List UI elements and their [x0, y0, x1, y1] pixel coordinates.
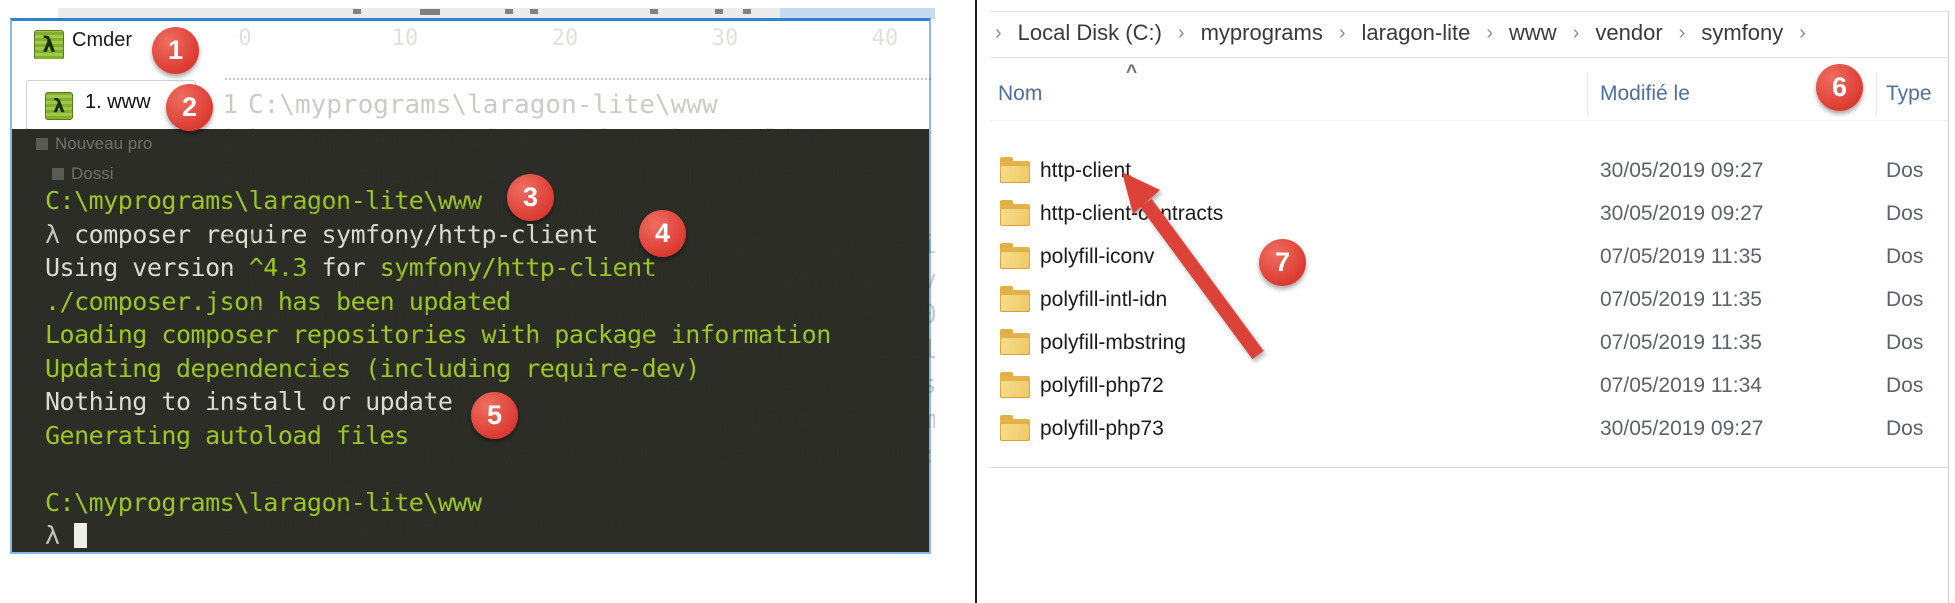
breadcrumb-chevron-icon[interactable]: › — [1178, 22, 1185, 45]
terminal-line: Updating dependencies (including require… — [45, 352, 929, 386]
cmder-titlebar[interactable]: λ Cmder — [12, 21, 929, 59]
file-modified-date: 30/05/2019 09:27 — [1600, 159, 1764, 183]
column-separator[interactable] — [1587, 72, 1588, 116]
sort-ascending-icon[interactable]: ^ — [1126, 62, 1137, 84]
terminal-line — [45, 452, 929, 486]
breadcrumb-item[interactable]: Local Disk (C:) — [1018, 20, 1162, 46]
header-bottom-border — [990, 120, 1948, 121]
annotation-badge-6: 6 — [1816, 64, 1863, 111]
terminal-line: Using version ^4.3 for symfony/http-clie… — [45, 251, 929, 285]
ghost-scroll-segment — [780, 8, 935, 18]
panel-right-border — [1948, 11, 1949, 603]
breadcrumb-chevron-icon[interactable]: › — [1679, 22, 1686, 45]
file-type: Dos — [1886, 374, 1948, 398]
terminal-cursor — [74, 523, 87, 548]
cmder-lambda-icon: λ — [34, 30, 64, 60]
file-type: Dos — [1886, 288, 1948, 312]
annotation-badge-3: 3 — [507, 174, 554, 221]
file-modified-date: 07/05/2019 11:35 — [1600, 245, 1762, 269]
window-title: Cmder — [72, 29, 132, 52]
folder-icon — [1000, 419, 1030, 441]
folder-icon — [1000, 204, 1030, 226]
explorer-top-border — [990, 11, 1948, 12]
column-separator[interactable] — [1876, 72, 1877, 116]
terminal-line: Loading composer repositories with packa… — [45, 318, 929, 352]
folder-icon — [1000, 290, 1030, 312]
file-modified-date: 30/05/2019 09:27 — [1600, 202, 1764, 226]
file-type: Dos — [1886, 245, 1948, 269]
tab-label: 1. www — [85, 91, 151, 114]
breadcrumb-chevron-icon[interactable]: › — [1799, 22, 1806, 45]
annotation-badge-5: 5 — [471, 392, 518, 439]
file-modified-date: 07/05/2019 11:34 — [1600, 374, 1762, 398]
folder-icon — [1000, 247, 1030, 269]
breadcrumb-bottom-border — [990, 57, 1948, 58]
cmder-window: λ Cmder λ 1. www C:\myprograms\laragon-l… — [10, 18, 931, 554]
terminal-console[interactable]: C:\myprograms\laragon-lite\wwwλ composer… — [12, 129, 929, 552]
terminal-line: ./composer.json has been updated — [45, 285, 929, 319]
list-bottom-border — [990, 467, 1948, 468]
breadcrumb-chevron-icon[interactable]: › — [1573, 22, 1580, 45]
terminal-line: λ — [45, 519, 929, 552]
breadcrumb-item[interactable]: www — [1509, 20, 1557, 46]
folder-icon — [1000, 333, 1030, 355]
composite-divider — [975, 0, 977, 603]
cmder-tab-bar: λ 1. www — [12, 59, 929, 129]
file-type: Dos — [1886, 159, 1948, 183]
file-modified-date: 07/05/2019 11:35 — [1600, 331, 1762, 355]
screenshot-root: λ Cmder λ 1. www C:\myprograms\laragon-l… — [0, 0, 1955, 603]
ghost-tick-row — [225, 78, 931, 80]
annotation-badge-2: 2 — [166, 84, 213, 131]
tab-lambda-icon: λ — [45, 92, 73, 120]
breadcrumb-chevron-icon[interactable]: › — [995, 22, 1002, 45]
terminal-line: C:\myprograms\laragon-lite\www — [45, 486, 929, 520]
file-type: Dos — [1886, 417, 1948, 441]
annotation-badge-7: 7 — [1259, 239, 1306, 286]
breadcrumb-chevron-icon[interactable]: › — [1486, 22, 1493, 45]
column-header-name[interactable]: Nom — [998, 82, 1042, 106]
breadcrumb-item[interactable]: laragon-lite — [1362, 20, 1471, 46]
annotation-badge-4: 4 — [639, 210, 686, 257]
file-type: Dos — [1886, 202, 1948, 226]
column-header-modified[interactable]: Modifié le — [1600, 82, 1690, 106]
file-modified-date: 30/05/2019 09:27 — [1600, 417, 1764, 441]
folder-icon — [1000, 376, 1030, 398]
annotation-badge-1: 1 — [152, 27, 199, 74]
breadcrumb-item[interactable]: symfony — [1701, 20, 1783, 46]
terminal-line: λ composer require symfony/http-client — [45, 218, 929, 252]
column-header-type[interactable]: Type — [1886, 82, 1946, 106]
terminal-line: C:\myprograms\laragon-lite\www — [45, 184, 929, 218]
breadcrumb-chevron-icon[interactable]: › — [1339, 22, 1346, 45]
breadcrumb-item[interactable]: vendor — [1595, 20, 1662, 46]
file-modified-date: 07/05/2019 11:35 — [1600, 288, 1762, 312]
file-name[interactable]: polyfill-php73 — [1040, 417, 1164, 441]
folder-icon — [1000, 161, 1030, 183]
file-type: Dos — [1886, 331, 1948, 355]
breadcrumb-item[interactable]: myprograms — [1201, 20, 1323, 46]
breadcrumb: › Local Disk (C:) › myprograms › laragon-lite… — [995, 18, 1806, 48]
